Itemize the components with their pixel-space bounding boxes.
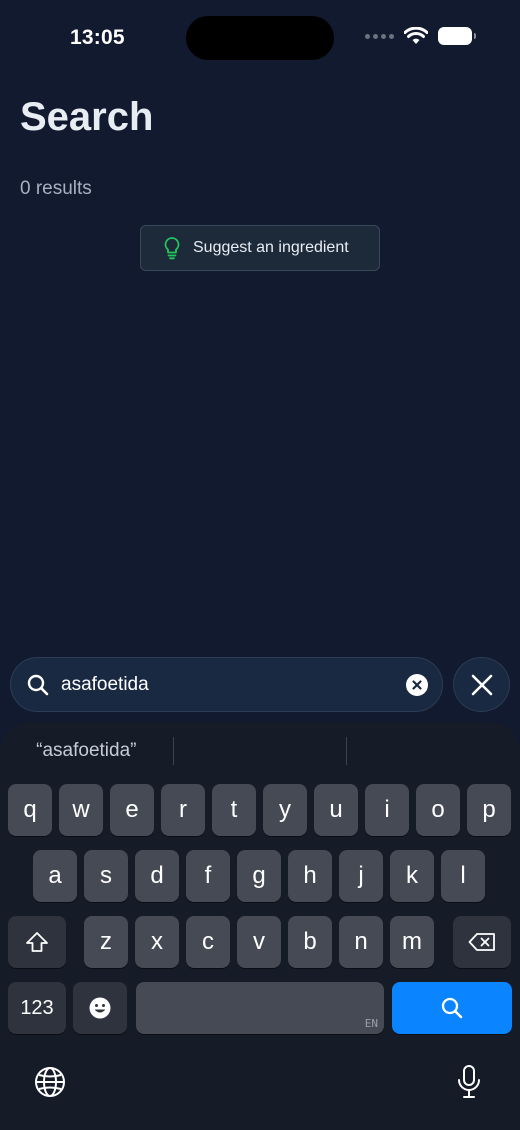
cellular-signal-icon <box>365 33 394 39</box>
key-f[interactable]: f <box>186 850 230 902</box>
key-d[interactable]: d <box>135 850 179 902</box>
key-t[interactable]: t <box>212 784 256 836</box>
key-a[interactable]: a <box>33 850 77 902</box>
key-w[interactable]: w <box>59 784 103 836</box>
suggestion-divider <box>346 737 348 765</box>
key-b[interactable]: b <box>288 916 332 968</box>
backspace-key[interactable] <box>453 916 511 968</box>
clear-text-button[interactable] <box>406 673 428 696</box>
key-u[interactable]: u <box>314 784 358 836</box>
key-z[interactable]: z <box>84 916 128 968</box>
key-x[interactable]: x <box>135 916 179 968</box>
clear-x-icon <box>412 679 422 690</box>
key-g[interactable]: g <box>237 850 281 902</box>
shift-icon <box>26 932 48 952</box>
suggest-ingredient-button[interactable]: Suggest an ingredient <box>140 225 380 271</box>
shift-key[interactable] <box>8 916 66 968</box>
globe-icon <box>35 1067 65 1097</box>
key-c[interactable]: c <box>186 916 230 968</box>
globe-key[interactable] <box>28 1060 72 1104</box>
dynamic-island <box>186 16 334 60</box>
dictation-key[interactable] <box>447 1060 491 1104</box>
results-count: 0 results <box>20 178 92 199</box>
search-screen: 13:05 Search 0 results Suggest an ingred… <box>0 0 520 1130</box>
key-k[interactable]: k <box>390 850 434 902</box>
wifi-icon <box>404 27 428 44</box>
status-time: 13:05 <box>70 26 125 49</box>
key-q[interactable]: q <box>8 784 52 836</box>
key-r[interactable]: r <box>161 784 205 836</box>
key-j[interactable]: j <box>339 850 383 902</box>
key-h[interactable]: h <box>288 850 332 902</box>
space-key[interactable]: EN <box>136 982 384 1034</box>
search-icon <box>27 674 49 695</box>
key-y[interactable]: y <box>263 784 307 836</box>
space-language-label: EN <box>364 1017 378 1030</box>
key-m[interactable]: m <box>390 916 434 968</box>
search-icon <box>441 997 463 1019</box>
backspace-icon <box>468 933 495 951</box>
numbers-key[interactable]: 123 <box>8 982 66 1034</box>
keyboard: “asafoetida” q w e r t y u i o p a s d f… <box>0 722 520 1130</box>
emoji-key[interactable] <box>73 982 127 1034</box>
battery-icon <box>438 27 476 45</box>
key-v[interactable]: v <box>237 916 281 968</box>
lightbulb-icon <box>164 237 180 260</box>
key-o[interactable]: o <box>416 784 460 836</box>
keyboard-suggestions: “asafoetida” <box>0 722 520 780</box>
status-icons <box>365 27 476 45</box>
page-title: Search <box>20 95 154 139</box>
key-s[interactable]: s <box>84 850 128 902</box>
key-i[interactable]: i <box>365 784 409 836</box>
key-e[interactable]: e <box>110 784 154 836</box>
key-l[interactable]: l <box>441 850 485 902</box>
close-search-button[interactable] <box>453 657 510 712</box>
search-query-text[interactable]: asafoetida <box>61 674 406 696</box>
key-p[interactable]: p <box>467 784 511 836</box>
microphone-icon <box>458 1065 480 1098</box>
search-input[interactable]: asafoetida <box>10 657 443 712</box>
key-n[interactable]: n <box>339 916 383 968</box>
suggestion-1[interactable]: “asafoetida” <box>0 740 173 762</box>
suggest-ingredient-label: Suggest an ingredient <box>193 239 349 256</box>
keyboard-search-key[interactable] <box>392 982 512 1034</box>
close-icon <box>471 674 492 695</box>
suggestion-divider <box>172 737 174 765</box>
emoji-icon <box>89 997 111 1019</box>
